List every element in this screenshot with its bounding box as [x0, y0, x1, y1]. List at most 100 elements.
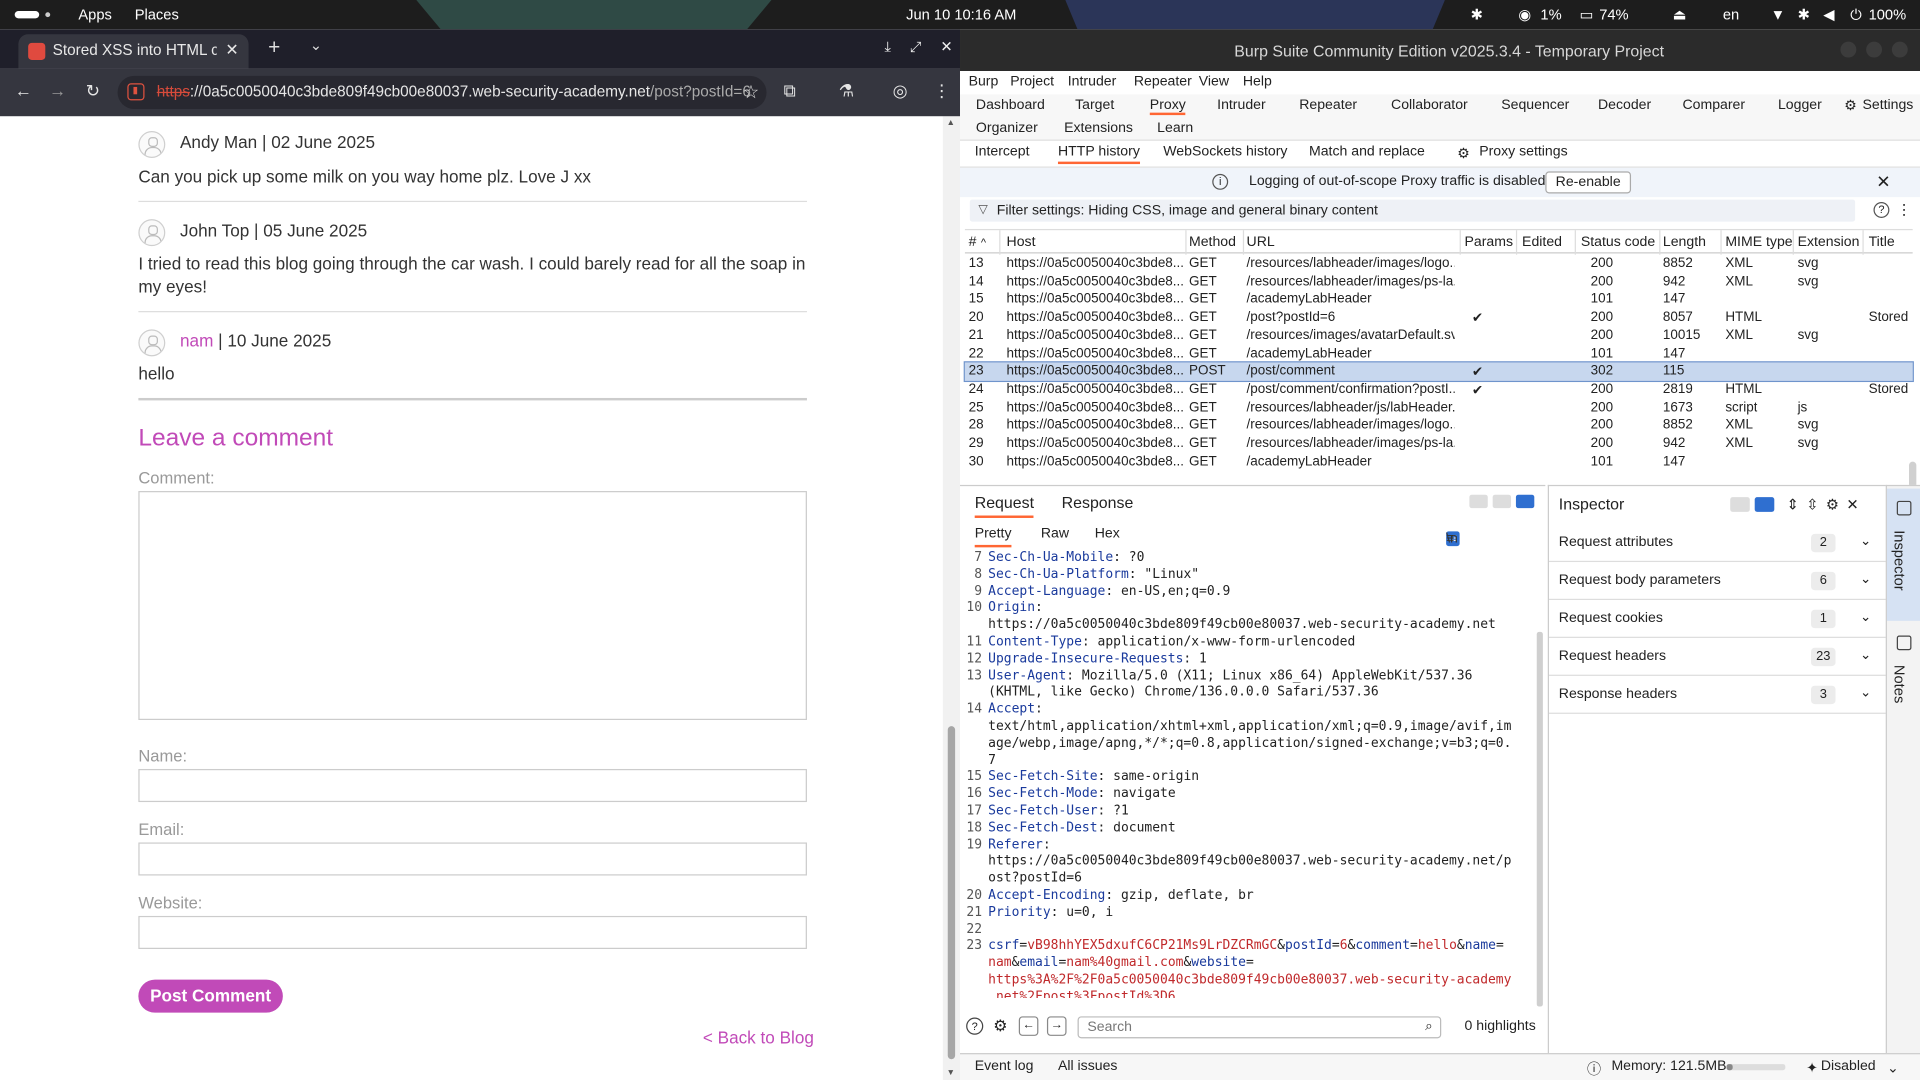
menu-help[interactable]: Help [1243, 75, 1272, 90]
scroll-down-arrow-icon[interactable]: ▼ [947, 1069, 955, 1078]
close-icon[interactable]: ✕ [1846, 496, 1858, 513]
expand-icon[interactable]: ⇕ [1787, 496, 1799, 513]
inspector-section[interactable]: Request body parameters 6 ⌄ [1548, 562, 1887, 601]
table-row[interactable]: 14 https://0a5c0050040c3bde8... GET/resour… [965, 273, 1913, 291]
settings-gear-icon[interactable]: ⚙ [1826, 496, 1839, 513]
menu-intruder[interactable]: Intruder [1068, 75, 1117, 90]
search-input[interactable]: Search ⌕ [1077, 1016, 1442, 1039]
re-enable-button[interactable]: Re-enable [1545, 171, 1632, 194]
not-secure-icon[interactable] [127, 83, 145, 101]
tabs-layout-icon[interactable] [1515, 494, 1535, 509]
inspector-side-tab[interactable]: Inspector [1886, 488, 1920, 621]
split-vertical-icon[interactable] [1492, 494, 1512, 509]
tab-intercept[interactable]: Intercept [975, 144, 1030, 159]
language-indicator[interactable]: en [1723, 6, 1739, 23]
bookmark-star-icon[interactable]: ☆ [743, 81, 759, 103]
table-row[interactable]: 29 https://0a5c0050040c3bde8... GET/resour… [965, 435, 1913, 453]
all-issues-link[interactable]: All issues [1058, 1059, 1117, 1074]
menu-burp[interactable]: Burp [969, 75, 999, 90]
activities-button[interactable] [14, 11, 40, 19]
tab-settings[interactable]: Settings [1862, 98, 1913, 113]
tab-logger[interactable]: Logger [1778, 98, 1822, 113]
collapse-icon[interactable]: ⇳ [1806, 496, 1818, 513]
col-mime[interactable]: MIME type [1725, 235, 1792, 250]
tab-comparer[interactable]: Comparer [1682, 98, 1745, 113]
tab-raw[interactable]: Raw [1041, 527, 1069, 542]
bluetooth-status-icon[interactable]: ✱ [1798, 6, 1810, 23]
inspector-section[interactable]: Request headers 23 ⌄ [1548, 638, 1887, 676]
more-options-icon[interactable]: ⋮ [1897, 201, 1912, 218]
tab-http-history[interactable]: HTTP history [1057, 144, 1140, 165]
tab-collaborator[interactable]: Collaborator [1391, 98, 1468, 113]
page-scrollbar[interactable]: ▲ ▼ [942, 116, 961, 1080]
menu-icon[interactable]: ≡ [1446, 531, 1454, 546]
menu-view[interactable]: View [1199, 75, 1229, 90]
tab-match-replace[interactable]: Match and replace [1309, 144, 1425, 159]
editor-scrollbar[interactable] [1536, 631, 1543, 1007]
labs-flask-icon[interactable]: ⚗ [839, 81, 854, 102]
gear-icon[interactable]: ⚙ [1844, 97, 1857, 114]
tab-hex[interactable]: Hex [1095, 527, 1120, 542]
scroll-up-arrow-icon[interactable]: ▲ [947, 119, 955, 128]
table-row[interactable]: 30 https://0a5c0050040c3bde8... GET/academ… [965, 453, 1913, 471]
table-row[interactable]: 20 https://0a5c0050040c3bde8... GET/post?p… [965, 309, 1913, 327]
chevron-down-icon[interactable]: ⌄ [1860, 684, 1871, 701]
close-banner-icon[interactable]: ✕ [1876, 171, 1890, 192]
browser-menu-icon[interactable]: ⋮ [933, 81, 950, 102]
tab-pretty[interactable]: Pretty [974, 527, 1012, 548]
name-input[interactable] [138, 768, 807, 803]
col-method[interactable]: Method [1189, 235, 1236, 250]
table-row[interactable]: 23 https://0a5c0050040c3bde8... POST/post/… [963, 361, 1914, 382]
bluetooth-icon[interactable]: ✱ [1471, 6, 1483, 23]
apps-menu[interactable]: Apps [78, 6, 112, 23]
help-icon[interactable]: ? [966, 1017, 984, 1035]
next-arrow-icon[interactable]: → [1046, 1016, 1067, 1036]
tab-proxy-settings[interactable]: Proxy settings [1479, 144, 1567, 159]
chevron-down-icon[interactable]: ⌄ [1860, 647, 1871, 663]
tab-dashboard[interactable]: Dashboard [976, 98, 1045, 113]
filter-bar[interactable]: ▽ Filter settings: Hiding CSS, image and… [969, 199, 1856, 222]
wifi-icon[interactable]: ▼ [1771, 6, 1786, 23]
request-editor[interactable]: 7 Sec-Ch-Ua-Mobile: ?0 8 Sec-Ch-Ua-Platform… [960, 550, 1536, 998]
table-row[interactable]: 22 https://0a5c0050040c3bde8... GET/academ… [965, 345, 1913, 363]
col-host[interactable]: Host [1007, 235, 1036, 250]
clock[interactable]: Jun 10 10:16 AM [906, 6, 1016, 23]
tab-response[interactable]: Response [1062, 493, 1134, 511]
browser-tab[interactable]: Stored XSS into HTML co ✕ [18, 34, 249, 69]
col-status[interactable]: Status code [1581, 235, 1655, 250]
gear-icon[interactable]: ⚙ [1457, 144, 1470, 162]
notes-icon[interactable] [1896, 635, 1912, 651]
notes-side-tab[interactable]: Notes [1891, 665, 1908, 703]
inspector-section[interactable]: Request attributes 2 ⌄ [1548, 524, 1887, 563]
col-length[interactable]: Length [1663, 235, 1706, 250]
col-title[interactable]: Title [1869, 235, 1895, 250]
col-extension[interactable]: Extension [1798, 235, 1860, 250]
tab-websockets-history[interactable]: WebSockets history [1163, 144, 1287, 159]
minimize-icon[interactable] [1840, 41, 1857, 58]
maximize-icon[interactable]: ⤢ [910, 38, 922, 55]
layout-active-icon[interactable] [1754, 497, 1775, 512]
tab-request[interactable]: Request [974, 493, 1034, 518]
scroll-thumb[interactable] [947, 726, 956, 1060]
close-window-icon[interactable]: ✕ [940, 38, 952, 55]
table-row[interactable]: 21 https://0a5c0050040c3bde8... GET/resour… [965, 327, 1913, 345]
close-tab-icon[interactable]: ✕ [225, 40, 238, 60]
post-comment-button[interactable]: Post Comment [138, 979, 283, 1013]
volume-icon[interactable]: ◀ [1823, 6, 1834, 23]
places-menu[interactable]: Places [135, 6, 179, 23]
previous-arrow-icon[interactable]: ← [1018, 1016, 1039, 1036]
new-tab-icon[interactable]: + [268, 36, 280, 60]
website-input[interactable] [138, 915, 807, 949]
eject-icon[interactable]: ⏏ [1673, 6, 1687, 23]
layout-icon[interactable] [1730, 497, 1750, 512]
tab-sequencer[interactable]: Sequencer [1501, 98, 1569, 113]
comment-textarea[interactable] [138, 491, 807, 721]
inspector-section[interactable]: Response headers 3 ⌄ [1548, 676, 1887, 714]
email-input[interactable] [138, 842, 807, 876]
settings-gear-icon[interactable]: ⚙ [992, 1018, 1009, 1035]
menu-project[interactable]: Project [1010, 75, 1054, 90]
help-icon[interactable]: ? [1873, 202, 1890, 218]
comment-author-link[interactable]: nam [180, 331, 213, 351]
col-number[interactable]: # [969, 235, 977, 250]
tab-intruder[interactable]: Intruder [1217, 98, 1266, 113]
